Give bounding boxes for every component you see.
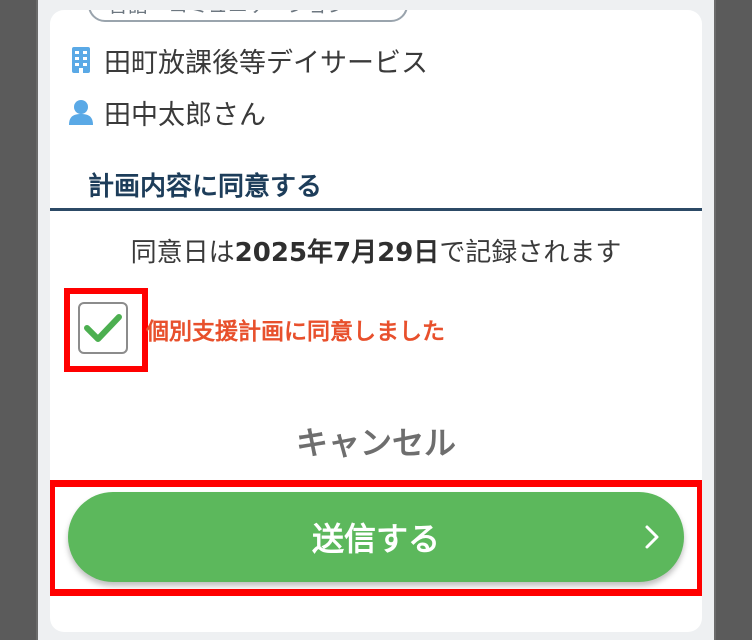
user-icon	[68, 97, 94, 127]
building-icon	[68, 45, 94, 75]
checkbox-label[interactable]: 個別支援計画に同意しました	[146, 312, 445, 346]
consent-checkbox[interactable]	[78, 302, 128, 354]
consent-prefix: 同意日は	[130, 238, 235, 268]
consent-date: 2025年7月29日	[234, 238, 440, 268]
consent-suffix: で記録されます	[439, 238, 622, 268]
facility-name: 田町放課後等デイサービス	[104, 47, 428, 79]
facility-row: 田町放課後等デイサービス	[68, 42, 428, 79]
submit-button[interactable]: 送信する	[68, 492, 684, 582]
checkmark-icon	[84, 314, 122, 342]
cancel-button[interactable]: キャンセル	[50, 418, 702, 464]
person-name: 田中太郎さん	[104, 99, 266, 131]
section-divider	[50, 208, 702, 211]
category-tag: 言語・コミュニケーション	[88, 10, 408, 22]
person-row: 田中太郎さん	[68, 94, 266, 131]
consent-date-text: 同意日は2025年7月29日で記録されます	[50, 232, 702, 269]
section-title: 計画内容に同意する	[88, 172, 323, 202]
chevron-right-icon	[638, 522, 666, 552]
submit-label: 送信する	[311, 520, 440, 558]
consent-modal: 言語・コミュニケーション 田町放課後等デイサービス 田中太郎さん 計画内容	[50, 10, 702, 632]
